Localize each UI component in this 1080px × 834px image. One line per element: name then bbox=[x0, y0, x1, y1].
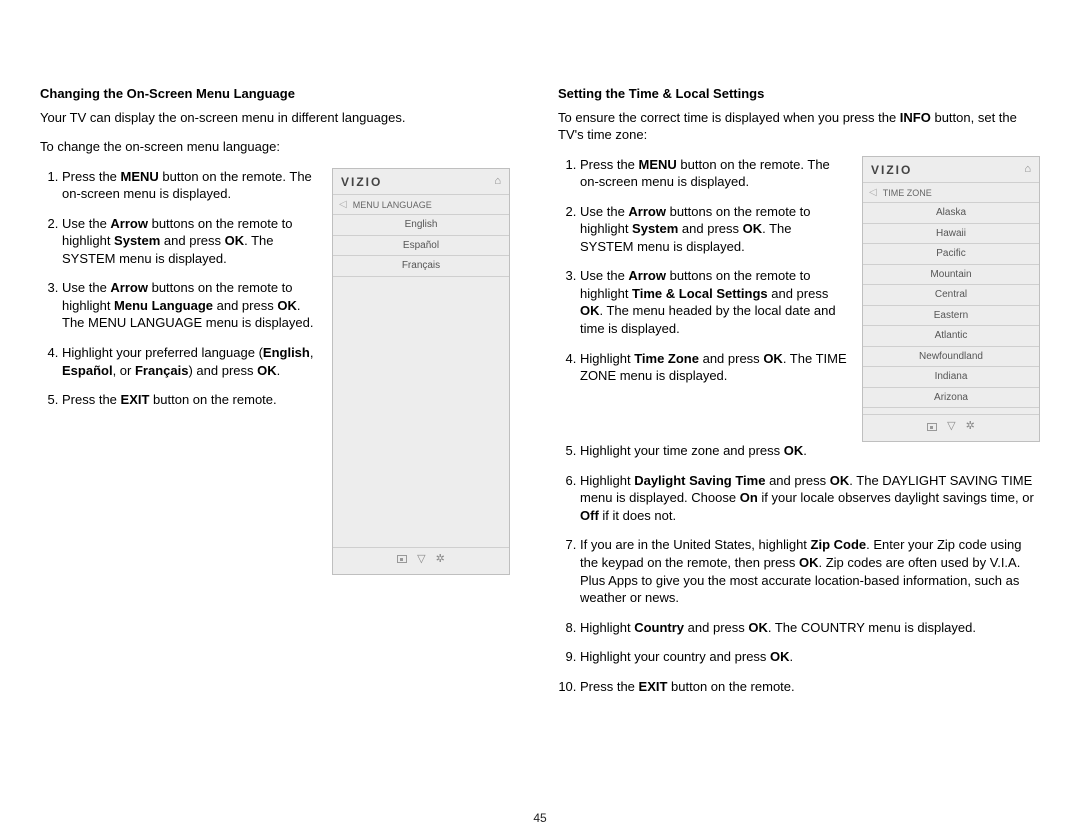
back-icon: ◁ bbox=[869, 186, 877, 200]
list-item: Press the EXIT button on the remote. bbox=[580, 678, 1040, 696]
list-item: Use the Arrow buttons on the remote to h… bbox=[62, 279, 318, 332]
osd-time-zone: VIZIO ⌂ ◁ TIME ZONE AlaskaHawaiiPacificM… bbox=[862, 156, 1040, 443]
pip-icon bbox=[927, 423, 937, 431]
list-item: Press the EXIT button on the remote. bbox=[62, 391, 318, 409]
list-item: Highlight your time zone and press OK. bbox=[580, 442, 1040, 460]
osd-brand: VIZIO bbox=[871, 162, 912, 178]
left-intro-1: Your TV can display the on-screen menu i… bbox=[40, 109, 510, 127]
back-icon: ◁ bbox=[339, 198, 347, 212]
osd-item: Indiana bbox=[863, 367, 1039, 388]
gear-icon: ✲ bbox=[436, 552, 445, 567]
right-steps: Press the MENU button on the remote. The… bbox=[558, 156, 848, 385]
list-item: Highlight Country and press OK. The COUN… bbox=[580, 619, 1040, 637]
osd-item: Español bbox=[333, 236, 509, 257]
osd-menu-language: VIZIO ⌂ ◁ MENU LANGUAGE EnglishEspañolFr… bbox=[332, 168, 510, 575]
osd-item: Atlantic bbox=[863, 326, 1039, 347]
osd-item: Mountain bbox=[863, 265, 1039, 286]
osd-brand: VIZIO bbox=[341, 174, 382, 190]
osd-title-text: TIME ZONE bbox=[883, 187, 932, 199]
list-item: Press the MENU button on the remote. The… bbox=[580, 156, 848, 191]
osd-item: Central bbox=[863, 285, 1039, 306]
chevron-down-icon: ▽ bbox=[947, 419, 955, 434]
gear-icon: ✲ bbox=[966, 419, 975, 434]
list-item: Use the Arrow buttons on the remote to h… bbox=[62, 215, 318, 268]
pip-icon bbox=[397, 555, 407, 563]
list-item: If you are in the United States, highlig… bbox=[580, 536, 1040, 606]
osd-item: Pacific bbox=[863, 244, 1039, 265]
left-steps: Press the MENU button on the remote. The… bbox=[40, 168, 318, 409]
osd-item: English bbox=[333, 215, 509, 236]
list-item: Highlight your country and press OK. bbox=[580, 648, 1040, 666]
list-item: Press the MENU button on the remote. The… bbox=[62, 168, 318, 203]
left-heading: Changing the On-Screen Menu Language bbox=[40, 85, 510, 103]
list-item: Highlight your preferred language (Engli… bbox=[62, 344, 318, 379]
left-intro-2: To change the on-screen menu language: bbox=[40, 138, 510, 156]
chevron-down-icon: ▽ bbox=[417, 552, 425, 567]
right-column: Setting the Time & Local Settings To ens… bbox=[558, 85, 1040, 707]
osd-items-tz: AlaskaHawaiiPacificMountainCentralEaster… bbox=[863, 203, 1039, 408]
osd-footer: ▽ ✲ bbox=[863, 414, 1039, 441]
home-icon: ⌂ bbox=[494, 174, 501, 189]
osd-item: Newfoundland bbox=[863, 347, 1039, 368]
osd-item: Français bbox=[333, 256, 509, 277]
osd-footer: ▽ ✲ bbox=[333, 547, 509, 574]
osd-item: Eastern bbox=[863, 306, 1039, 327]
right-intro: To ensure the correct time is displayed … bbox=[558, 109, 1040, 144]
osd-title-text: MENU LANGUAGE bbox=[353, 199, 432, 211]
list-item: Use the Arrow buttons on the remote to h… bbox=[580, 203, 848, 256]
right-steps-cont: Highlight your time zone and press OK. Hi… bbox=[558, 442, 1040, 695]
osd-item: Hawaii bbox=[863, 224, 1039, 245]
list-item: Use the Arrow buttons on the remote to h… bbox=[580, 267, 848, 337]
osd-item: Arizona bbox=[863, 388, 1039, 409]
list-item: Highlight Daylight Saving Time and press… bbox=[580, 472, 1040, 525]
home-icon: ⌂ bbox=[1024, 162, 1031, 177]
list-item: Highlight Time Zone and press OK. The TI… bbox=[580, 350, 848, 385]
left-column: Changing the On-Screen Menu Language You… bbox=[40, 85, 510, 707]
osd-items-lang: EnglishEspañolFrançais bbox=[333, 215, 509, 277]
osd-item: Alaska bbox=[863, 203, 1039, 224]
page-number: 45 bbox=[0, 810, 1080, 826]
right-heading: Setting the Time & Local Settings bbox=[558, 85, 1040, 103]
